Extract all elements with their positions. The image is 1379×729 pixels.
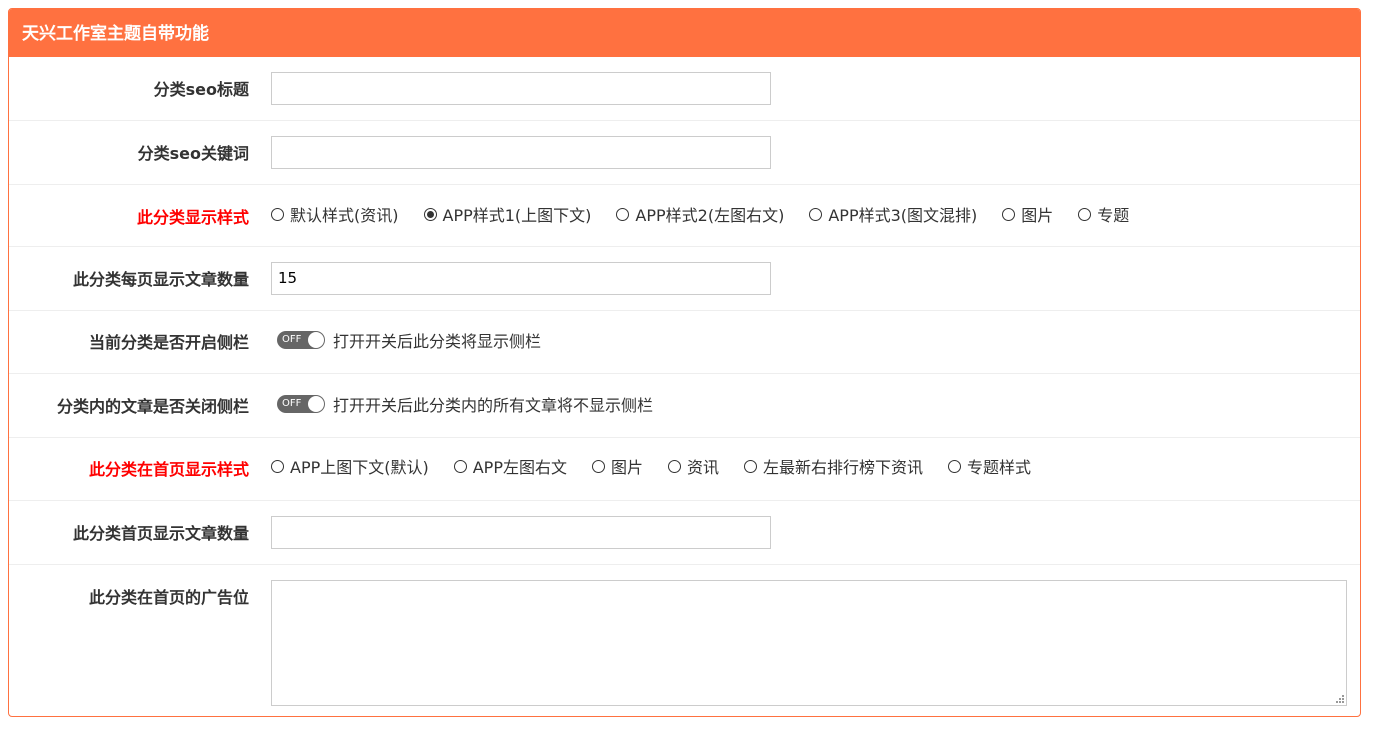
row-sidebar-toggle: 当前分类是否开启侧栏 OFF 打开开关后此分类将显示侧栏: [9, 311, 1360, 374]
sidebar-toggle-switch[interactable]: OFF: [277, 331, 325, 349]
home-style-radio-group: APP上图下文(默认) APP左图右文 图片 资讯 左最新右排行榜下资讯 专题样…: [271, 454, 1056, 478]
display-style-label: 此分类显示样式: [136, 208, 249, 227]
sidebar-toggle-label: 当前分类是否开启侧栏: [88, 333, 249, 352]
home-style-option[interactable]: APP上图下文(默认): [271, 454, 429, 478]
article-sidebar-toggle-switch[interactable]: OFF: [277, 395, 325, 413]
home-count-label: 此分类首页显示文章数量: [72, 524, 249, 543]
radio-label: 图片: [610, 458, 643, 477]
theme-settings-panel: 天兴工作室主题自带功能 分类seo标题 分类seo关键词 此分类显示样式 默认样…: [8, 8, 1361, 717]
display-style-option[interactable]: APP样式3(图文混排): [809, 202, 977, 226]
toggle-state-text: OFF: [282, 334, 302, 345]
row-display-style: 此分类显示样式 默认样式(资讯) APP样式1(上图下文) APP样式2(左图右…: [9, 185, 1360, 247]
per-page-label: 此分类每页显示文章数量: [72, 270, 249, 289]
row-home-ad: 此分类在首页的广告位: [9, 565, 1360, 716]
home-style-label: 此分类在首页显示样式: [88, 460, 249, 479]
display-style-option[interactable]: 图片: [1002, 202, 1053, 226]
display-style-option[interactable]: 专题: [1078, 202, 1129, 226]
row-home-count: 此分类首页显示文章数量: [9, 501, 1360, 565]
seo-keywords-input[interactable]: [271, 136, 771, 169]
sidebar-toggle-description: 打开开关后此分类将显示侧栏: [333, 332, 542, 351]
radio-icon[interactable]: [668, 459, 681, 473]
radio-label: 专题: [1097, 206, 1130, 225]
radio-icon[interactable]: [271, 207, 284, 221]
radio-icon[interactable]: [1078, 207, 1092, 221]
radio-label: 默认样式(资讯): [290, 206, 399, 225]
radio-icon[interactable]: [809, 207, 823, 221]
home-ad-textarea[interactable]: [271, 580, 1347, 706]
radio-icon[interactable]: [453, 459, 467, 473]
home-style-option[interactable]: 资讯: [668, 454, 719, 478]
toggle-knob: [308, 396, 324, 412]
home-count-input[interactable]: [271, 516, 771, 549]
resize-grip-icon[interactable]: [1335, 694, 1344, 703]
article-sidebar-toggle-description: 打开开关后此分类内的所有文章将不显示侧栏: [333, 396, 654, 415]
radio-label: APP样式2(左图右文): [635, 206, 785, 225]
radio-label: 专题样式: [967, 458, 1032, 477]
radio-checked-icon[interactable]: [423, 207, 437, 221]
per-page-input[interactable]: 15: [271, 262, 771, 295]
row-home-style: 此分类在首页显示样式 APP上图下文(默认) APP左图右文 图片 资讯 左最新…: [9, 438, 1360, 501]
radio-icon[interactable]: [271, 459, 284, 473]
radio-icon[interactable]: [744, 459, 758, 473]
radio-label: 左最新右排行榜下资讯: [763, 458, 924, 477]
seo-title-input[interactable]: [271, 72, 771, 105]
panel-title: 天兴工作室主题自带功能: [9, 9, 1360, 57]
radio-label: APP样式1(上图下文): [442, 206, 592, 225]
display-style-radio-group: 默认样式(资讯) APP样式1(上图下文) APP样式2(左图右文) APP样式…: [271, 202, 1154, 226]
row-seo-keywords: 分类seo关键词: [9, 121, 1360, 185]
toggle-knob: [308, 332, 324, 348]
home-style-option[interactable]: 左最新右排行榜下资讯: [744, 454, 923, 478]
home-style-option[interactable]: 图片: [591, 454, 643, 478]
radio-label: APP上图下文(默认): [290, 458, 429, 477]
seo-keywords-label: 分类seo关键词: [137, 144, 249, 163]
seo-title-label: 分类seo标题: [153, 80, 249, 99]
row-seo-title: 分类seo标题: [9, 57, 1360, 121]
display-style-option[interactable]: 默认样式(资讯): [271, 202, 399, 226]
radio-label: 图片: [1021, 206, 1054, 225]
row-article-sidebar-toggle: 分类内的文章是否关闭侧栏 OFF 打开开关后此分类内的所有文章将不显示侧栏: [9, 374, 1360, 438]
display-style-option[interactable]: APP样式1(上图下文): [423, 202, 592, 226]
display-style-option[interactable]: APP样式2(左图右文): [616, 202, 784, 226]
radio-icon[interactable]: [1002, 207, 1016, 221]
radio-icon[interactable]: [948, 459, 962, 473]
home-ad-label: 此分类在首页的广告位: [88, 588, 249, 607]
article-sidebar-toggle-label: 分类内的文章是否关闭侧栏: [56, 397, 249, 416]
radio-icon[interactable]: [591, 459, 605, 473]
home-style-option[interactable]: APP左图右文: [453, 454, 567, 478]
radio-label: APP样式3(图文混排): [828, 206, 978, 225]
radio-icon[interactable]: [616, 207, 630, 221]
home-style-option[interactable]: 专题样式: [948, 454, 1031, 478]
toggle-state-text: OFF: [282, 398, 302, 409]
radio-label: 资讯: [687, 458, 720, 477]
radio-label: APP左图右文: [472, 458, 567, 477]
row-per-page: 此分类每页显示文章数量 15: [9, 247, 1360, 311]
